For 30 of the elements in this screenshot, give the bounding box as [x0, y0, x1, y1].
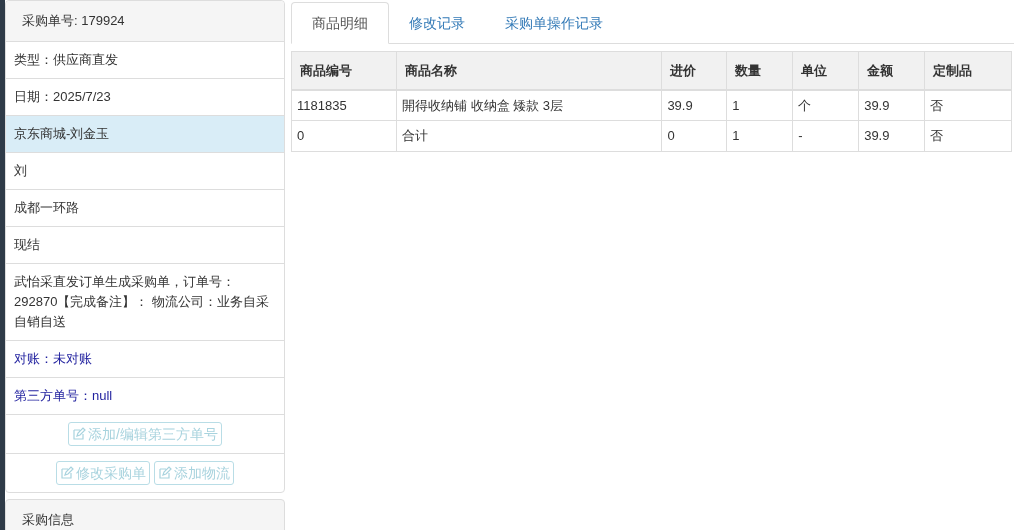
column-header: 商品名称 [396, 51, 662, 90]
table-cell: 開得收纳铺 收纳盒 矮款 3层 [396, 89, 662, 121]
table-cell: 1 [726, 120, 793, 152]
column-header: 金额 [858, 51, 925, 90]
tab[interactable]: 采购单操作记录 [485, 2, 623, 44]
column-header: 进价 [661, 51, 727, 90]
edit-icon [158, 466, 172, 480]
table-cell: 1181835 [291, 89, 397, 121]
column-header: 单位 [792, 51, 859, 90]
column-header: 数量 [726, 51, 793, 90]
edit-icon [60, 466, 74, 480]
table-cell: 否 [924, 89, 1012, 121]
table-cell: 否 [924, 120, 1012, 152]
edit-icon [72, 427, 87, 441]
column-header: 商品编号 [291, 51, 397, 90]
table-cell: 合计 [396, 120, 662, 152]
table-cell: 个 [792, 89, 859, 121]
table-cell: 0 [291, 120, 397, 152]
list-item: 京东商城-刘金玉 [6, 116, 284, 153]
tab[interactable]: 修改记录 [389, 2, 485, 44]
table-cell: 39.9 [858, 120, 925, 152]
column-header: 定制品 [924, 51, 1012, 90]
order-number: 采购单号: 179924 [22, 12, 125, 31]
table-cell: 39.9 [661, 89, 727, 121]
tab[interactable]: 商品明细 [291, 2, 389, 44]
table-cell: 39.9 [858, 89, 925, 121]
table-cell: 1 [726, 89, 793, 121]
table-cell: - [792, 120, 859, 152]
table-cell: 0 [661, 120, 727, 152]
panel-title: 采购信息 [22, 512, 74, 527]
